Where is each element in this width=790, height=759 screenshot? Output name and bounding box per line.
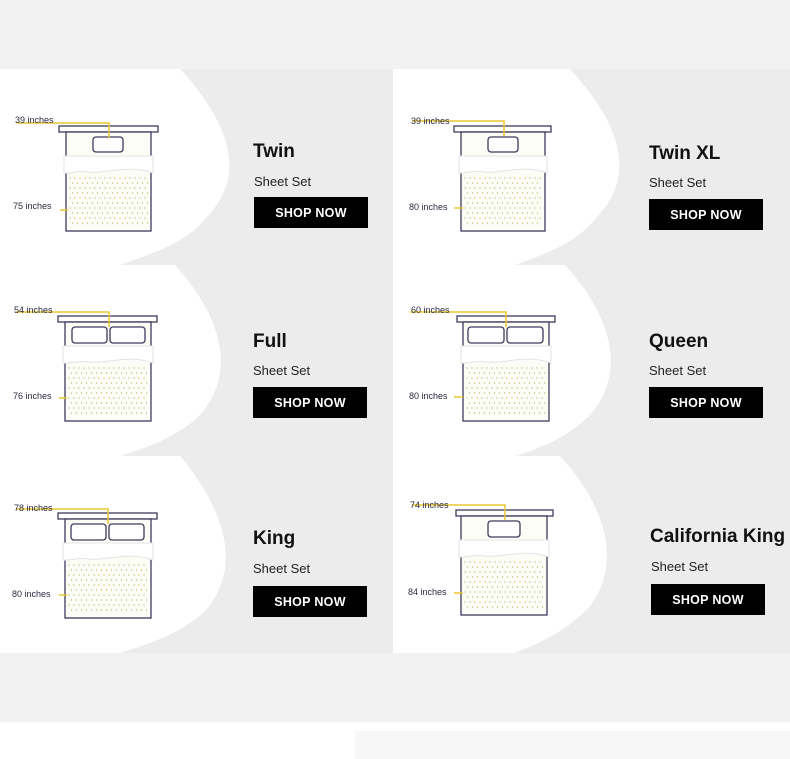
shop-now-button[interactable]: SHOP NOW [254,197,368,228]
pillow-icon [487,520,521,538]
size-title: Full [253,331,287,352]
size-subtitle: Sheet Set [254,174,312,189]
bed-diagram-full: 54 inches 76 inches [13,305,158,422]
bed-frame [58,125,159,232]
size-title: Twin [253,141,295,162]
length-label: 75 inches [13,201,52,211]
bed-diagram-twin: 39 inches 75 inches [13,115,159,232]
shop-now-button[interactable]: SHOP NOW [253,586,367,617]
pillow-icon [92,136,124,153]
bed-frame [456,315,556,422]
width-label: 39 inches [411,116,450,126]
size-card-twin-xl: 39 inches 80 inches Twin XL Sheet Set SH… [395,69,790,265]
bed-diagram-king: 78 inches 80 inches [12,503,158,619]
shop-now-button[interactable]: SHOP NOW [253,387,367,418]
size-card-king: 78 inches 80 inches King Sheet Set SHOP … [0,456,393,653]
size-title: Twin XL [649,143,721,164]
size-card-full: 54 inches 76 inches Full Sheet Set SHOP … [0,265,393,456]
size-subtitle: Sheet Set [253,363,311,378]
bottom-band [0,653,790,722]
pillow-icon [506,326,544,344]
shop-now-button[interactable]: SHOP NOW [649,199,763,230]
size-subtitle: Sheet Set [253,561,311,576]
size-subtitle: Sheet Set [651,559,709,574]
bottom-strip [355,731,790,759]
bed-frame [57,315,158,422]
size-card-california-king: 74 inches 84 inches California King Shee… [395,456,790,653]
width-label: 39 inches [15,115,54,125]
size-card-queen: 60 inches 80 inches Queen Sheet Set SHOP… [395,265,790,456]
width-label: 54 inches [14,305,53,315]
pillow-icon [108,523,145,541]
pillow-icon [109,326,146,344]
shop-now-button[interactable]: SHOP NOW [651,584,765,615]
bed-frame [453,125,552,232]
size-subtitle: Sheet Set [649,175,707,190]
shop-now-button[interactable]: SHOP NOW [649,387,763,418]
length-label: 76 inches [13,391,52,401]
width-label: 60 inches [411,305,450,315]
width-label: 74 inches [410,500,449,510]
bed-frame [455,509,554,616]
length-label: 80 inches [409,391,448,401]
top-band [0,0,790,69]
pillow-icon [71,326,108,344]
bed-diagram-queen: 60 inches 80 inches [409,305,556,422]
size-title: California King [650,526,786,547]
pillow-icon [70,523,107,541]
bed-diagram-california-king: 74 inches 84 inches [408,500,554,616]
length-label: 80 inches [12,589,51,599]
size-title: King [253,528,296,549]
length-label: 80 inches [409,202,448,212]
width-label: 78 inches [14,503,53,513]
bed-frame [57,512,158,619]
size-subtitle: Sheet Set [649,363,707,378]
pillow-icon [487,136,519,153]
bed-diagram-twin-xl: 39 inches 80 inches [409,116,552,232]
size-title: Queen [649,331,709,352]
pillow-icon [467,326,505,344]
size-card-twin: 39 inches 75 inches Twin Sheet Set SHOP … [0,69,393,265]
length-label: 84 inches [408,587,447,597]
